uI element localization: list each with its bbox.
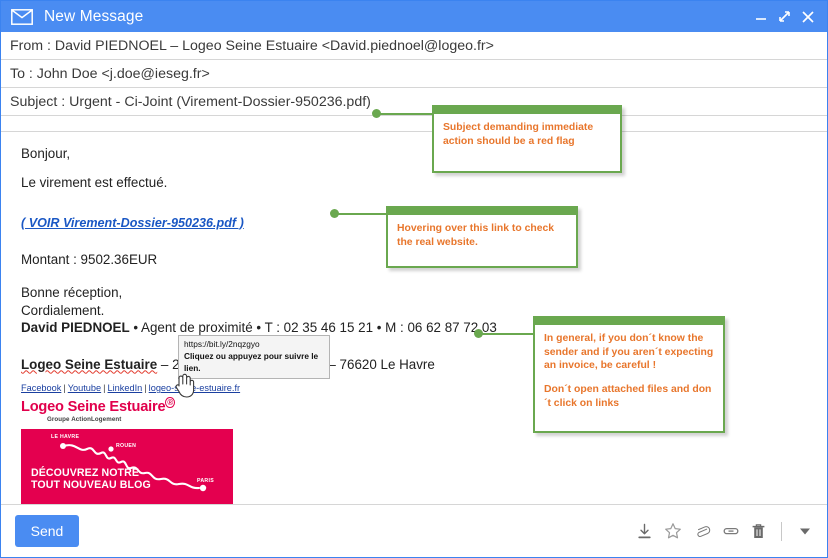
body-greeting: Bonjour, — [21, 146, 71, 161]
subject-field[interactable]: Subject : Urgent - Ci-Joint (Virement-Do… — [1, 88, 827, 116]
blog-banner[interactable]: LE HAVRE ROUEN PARIS DÉCOUVREZ NOTRE TOU… — [21, 428, 233, 501]
tooltip-hint: Cliquez ou appuyez pour suivre le lien. — [184, 350, 319, 373]
more-options-icon[interactable] — [797, 523, 813, 539]
callout-general-text-1: In general, if you don´t know the sender… — [544, 333, 714, 372]
signature-details: • Agent de proximité • T : 02 35 46 15 2… — [129, 320, 497, 336]
banner-city-le-havre: LE HAVRE — [51, 433, 80, 440]
company-name: Logeo Seine Estuaire — [21, 356, 158, 372]
logo-registered-icon: ® — [165, 397, 176, 409]
logo-text: Logeo Seine Estuaire ® — [21, 397, 176, 415]
banner-headline-line-1: DÉCOUVREZ NOTRE — [31, 466, 140, 479]
window-controls — [755, 10, 821, 24]
callout-connector-subject — [380, 113, 433, 115]
hand-cursor-icon — [173, 372, 195, 398]
to-field[interactable]: To : John Doe <j.doe@ieseg.fr> — [1, 60, 827, 88]
callout-link: Hovering over this link to check the rea… — [386, 206, 578, 268]
tooltip-url: https://bit.ly/2nqzgyo — [184, 339, 260, 349]
banner-headline: DÉCOUVREZ NOTRE TOUT NOUVEAU BLOG — [31, 467, 151, 491]
signature-name: David PIEDNOEL — [21, 320, 130, 336]
link-icon[interactable] — [722, 522, 740, 540]
to-value: To : John Doe <j.doe@ieseg.fr> — [10, 65, 210, 82]
link-tooltip: https://bit.ly/2nqzgyo Cliquez ou appuye… — [178, 335, 330, 380]
social-sep-1: | — [63, 382, 66, 393]
callout-link-text: Hovering over this link to check the rea… — [397, 223, 555, 248]
attachment-icon[interactable] — [693, 522, 711, 540]
banner-city-paris: PARIS — [197, 477, 214, 484]
header-divider — [1, 116, 827, 132]
star-icon[interactable] — [664, 522, 682, 540]
banner-headline-line-2: TOUT NOUVEAU BLOG — [31, 478, 151, 491]
toolbar-divider — [781, 521, 782, 541]
phishing-link[interactable]: ( VOIR Virement-Dossier-950236.pdf ) — [21, 216, 244, 231]
callout-connector-general — [482, 333, 534, 335]
save-draft-icon[interactable] — [636, 523, 653, 540]
trash-icon[interactable] — [751, 523, 766, 540]
body-line-1: Le virement est effectué. — [21, 174, 168, 190]
logo-name: Logeo Seine Estuaire — [21, 398, 166, 415]
social-link-facebook[interactable]: Facebook — [21, 383, 61, 393]
from-value: From : David PIEDNOEL – Logeo Seine Estu… — [10, 37, 494, 54]
subject-value: Subject : Urgent - Ci-Joint (Virement-Do… — [10, 93, 371, 110]
closing-line-1: Bonne réception, — [21, 285, 123, 301]
callout-subject-text: Subject demanding immediate action shoul… — [443, 122, 594, 147]
toolbar-icons — [636, 521, 813, 541]
from-field[interactable]: From : David PIEDNOEL – Logeo Seine Estu… — [1, 32, 827, 60]
compose-toolbar: Send — [1, 504, 827, 557]
social-link-youtube[interactable]: Youtube — [68, 383, 101, 393]
close-button[interactable] — [801, 10, 815, 24]
banner-city-rouen: ROUEN — [116, 442, 137, 449]
social-sep-3: | — [144, 382, 147, 393]
social-sep-2: | — [103, 382, 106, 393]
callout-general-text-2: Don´t open attached files and don´t clic… — [544, 384, 712, 409]
send-button[interactable]: Send — [15, 515, 79, 547]
new-message-window: New Message From : David PIEDNOEL – Loge… — [0, 0, 828, 558]
callout-connector-link — [338, 213, 387, 215]
window-title: New Message — [44, 7, 144, 25]
social-link-linkedin[interactable]: LinkedIn — [108, 383, 143, 393]
callout-subject: Subject demanding immediate action shoul… — [432, 105, 622, 173]
title-bar: New Message — [1, 1, 827, 32]
maximize-button[interactable] — [778, 10, 791, 23]
envelope-icon — [11, 8, 33, 25]
callout-general: In general, if you don´t know the sender… — [533, 316, 725, 433]
minimize-button[interactable] — [755, 10, 768, 23]
